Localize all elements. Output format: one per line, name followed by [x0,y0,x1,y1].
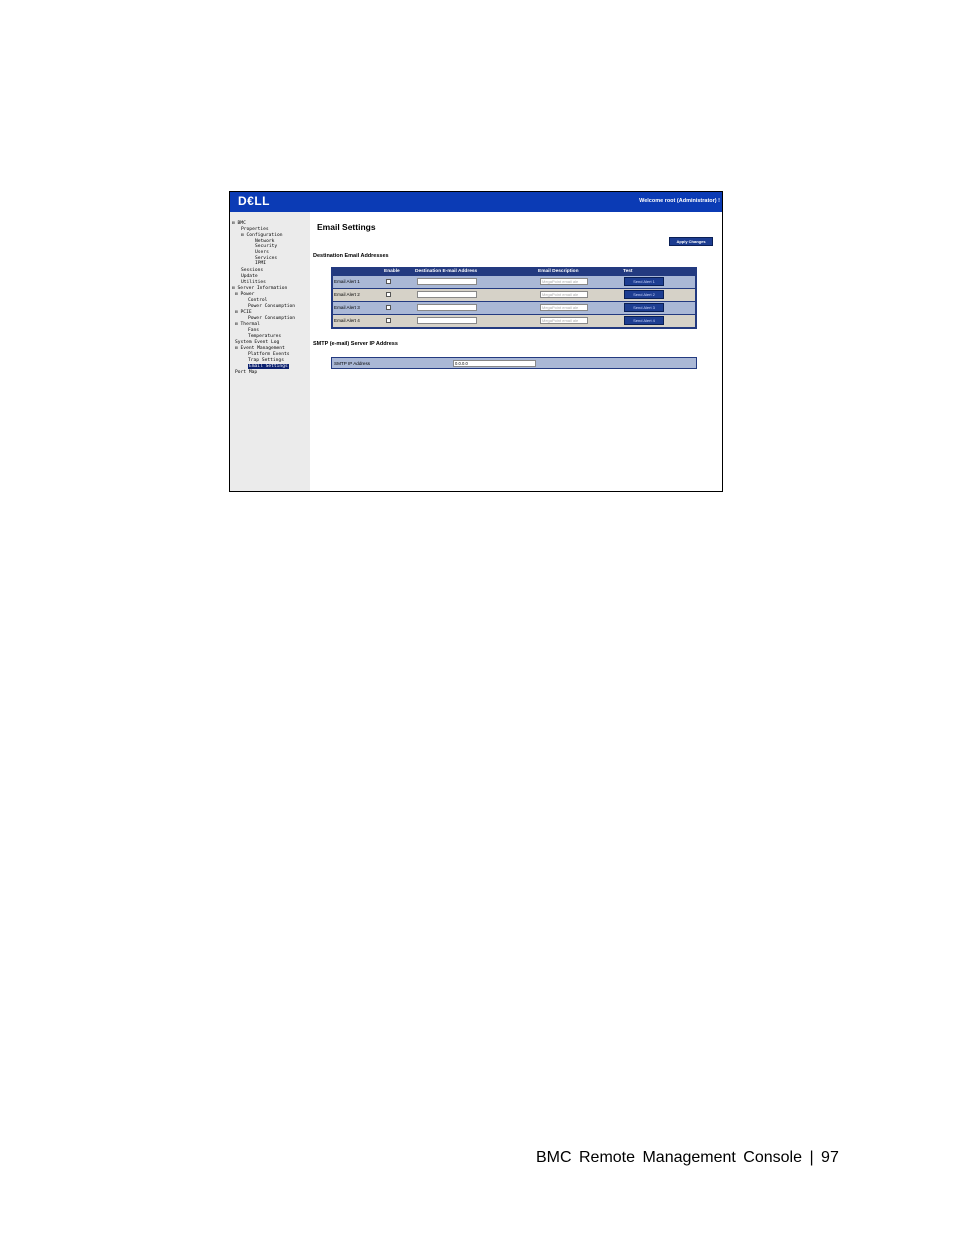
welcome-text: Welcome root (Administrator) ! [639,198,720,204]
tree-item-server-information[interactable]: ⊟ Server Information [232,286,287,291]
enable-checkbox[interactable] [386,279,391,284]
column-header-address: Destination E-mail Address [415,269,478,274]
enable-checkbox[interactable] [386,292,391,297]
header-bar: D€LL Welcome root (Administrator) ! [230,192,722,212]
tree-item-email-settings[interactable]: Email Settings [248,364,289,369]
screenshot-frame: D€LL Welcome root (Administrator) ! ⊟ BM… [229,191,723,492]
tree-item-port-map[interactable]: Port Map [235,370,257,375]
dell-logo: D€LL [238,194,270,208]
page-title: Email Settings [317,222,376,232]
table-row: Email Alert 2 MegaPoint email ale Send A… [333,289,695,301]
tree-item-power[interactable]: ⊟ Power [235,292,254,297]
smtp-ip-label: SMTP IP Address [334,361,371,366]
tree-item-temperatures[interactable]: Temperatures [248,334,281,339]
email-alerts-table: Enable Destination E-mail Address Email … [331,267,697,329]
table-row: Email Alert 4 MegaPoint email ale Send A… [333,315,695,327]
tree-item-power-consumption[interactable]: Power Consumption [248,304,295,309]
smtp-section-title: SMTP (e-mail) Server IP Address [313,341,398,347]
destination-email-input[interactable] [417,291,477,298]
page-footer: BMC Remote Management Console | 97 [536,1149,839,1166]
enable-checkbox[interactable] [386,305,391,310]
destination-email-input[interactable] [417,317,477,324]
destination-email-input[interactable] [417,278,477,285]
row-label: Email Alert 3 [334,305,360,310]
smtp-ip-input[interactable]: 0.0.0.0 [453,360,536,367]
email-description-input[interactable]: MegaPoint email ale [540,317,588,324]
column-header-enable: Enable [384,269,400,274]
table-row: Email Alert 3 MegaPoint email ale Send A… [333,302,695,314]
email-description-input[interactable]: MegaPoint email ale [540,304,588,311]
apply-changes-button[interactable]: Apply Changes [669,237,713,246]
send-alert-button[interactable]: Send Alert 4 [624,316,664,325]
tree-item-users[interactable]: Users [255,250,269,255]
tree-item-sessions[interactable]: Sessions [241,268,263,273]
send-alert-button[interactable]: Send Alert 1 [624,277,664,286]
tree-item-pcie-power-consumption[interactable]: Power Consumption [248,316,295,321]
email-description-input[interactable]: MegaPoint email ale [540,278,588,285]
tree-item-update[interactable]: Update [241,274,258,279]
sidebar-tree: ⊟ BMC Properties ⊟ Configuration Network… [230,212,310,491]
email-description-input[interactable]: MegaPoint email ale [540,291,588,298]
send-alert-button[interactable]: Send Alert 3 [624,303,664,312]
main-content: Email Settings Apply Changes Destination… [310,212,722,491]
tree-item-platform-events[interactable]: Platform Events [248,352,290,357]
tree-item-system-event-log[interactable]: System Event Log [235,340,279,345]
tree-item-control[interactable]: Control [248,298,267,303]
tree-item-security[interactable]: Security [255,244,277,249]
tree-item-trap-settings[interactable]: Trap Settings [248,358,284,363]
tree-item-event-management[interactable]: ⊟ Event Management [235,346,285,351]
destination-section-title: Destination Email Addresses [313,253,389,259]
tree-item-fans[interactable]: Fans [248,328,259,333]
tree-item-pcie[interactable]: ⊟ PCIE [235,310,252,315]
tree-item-properties[interactable]: Properties [241,227,269,232]
row-label: Email Alert 4 [334,318,360,323]
tree-item-configuration[interactable]: ⊟ Configuration [241,233,283,238]
row-label: Email Alert 2 [334,292,360,297]
tree-item-utilities[interactable]: Utilities [241,280,266,285]
tree-item-bmc[interactable]: ⊟ BMC [232,221,246,226]
column-header-description: Email Description [538,269,579,274]
column-header-test: Test [623,269,633,274]
smtp-settings-row: SMTP IP Address 0.0.0.0 [331,357,697,369]
tree-item-thermal[interactable]: ⊟ Thermal [235,322,260,327]
table-row: Email Alert 1 MegaPoint email ale Send A… [333,276,695,288]
destination-email-input[interactable] [417,304,477,311]
enable-checkbox[interactable] [386,318,391,323]
row-label: Email Alert 1 [334,279,360,284]
send-alert-button[interactable]: Send Alert 2 [624,290,664,299]
tree-item-ipmi[interactable]: IPMI [255,261,266,266]
